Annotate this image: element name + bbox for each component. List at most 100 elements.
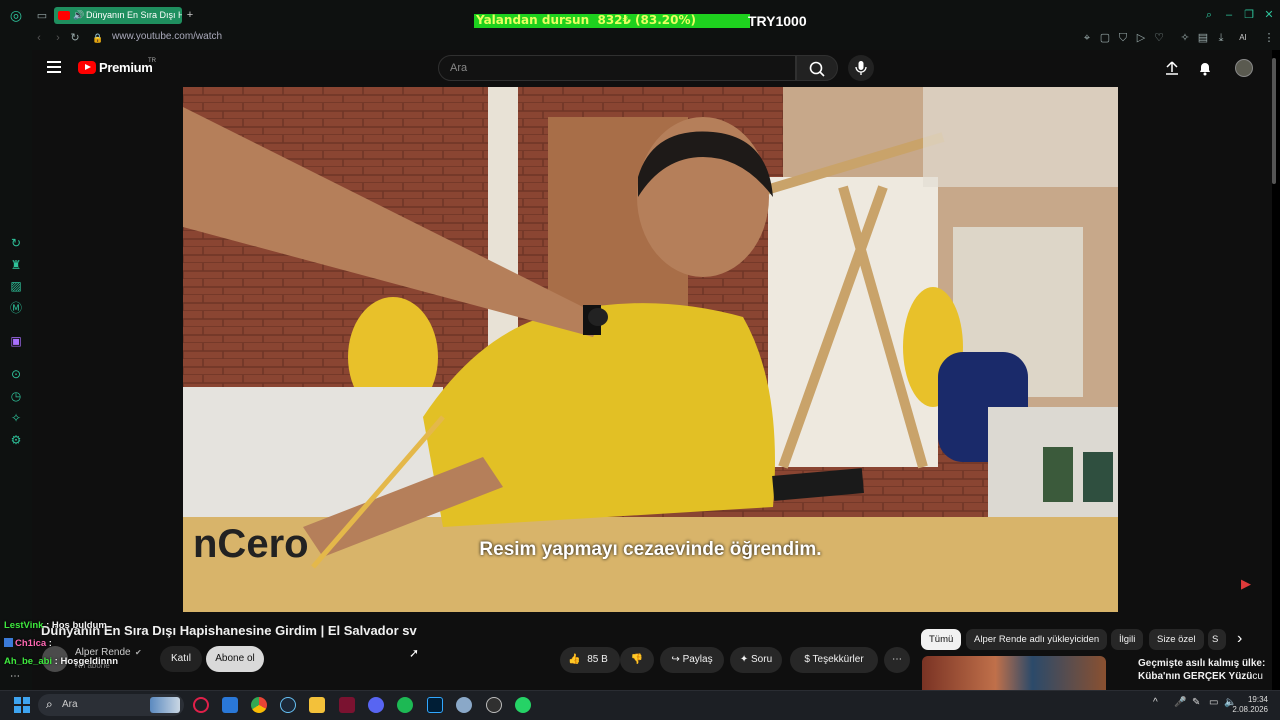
shield-icon[interactable]: ⛉ bbox=[1116, 31, 1130, 45]
avatar[interactable] bbox=[1235, 59, 1253, 77]
chat-separator: : bbox=[46, 638, 52, 649]
opera-gx-logo-icon[interactable]: ◎ bbox=[9, 8, 23, 22]
page-scrollbar[interactable] bbox=[1272, 58, 1276, 184]
forward-icon[interactable]: › bbox=[51, 31, 65, 45]
ask-button[interactable]: ✦ Soru bbox=[730, 647, 782, 673]
clock-time[interactable]: 19:34 bbox=[1228, 695, 1268, 704]
notifications-icon[interactable] bbox=[1197, 60, 1213, 76]
obs-taskbar-icon[interactable] bbox=[486, 697, 502, 713]
thanks-icon: $ bbox=[804, 654, 810, 665]
like-count: 85 B bbox=[587, 654, 608, 665]
heart-icon[interactable]: ♡ bbox=[1152, 31, 1166, 45]
affinity-taskbar-icon[interactable] bbox=[339, 697, 355, 713]
minimize-icon[interactable]: – bbox=[1222, 8, 1236, 22]
tray-microphone-icon[interactable]: 🎤 bbox=[1174, 697, 1186, 708]
tray-network-icon[interactable]: ▭ bbox=[1209, 697, 1218, 708]
restore-icon[interactable]: ❐ bbox=[1242, 8, 1256, 22]
back-icon[interactable]: ‹ bbox=[32, 31, 46, 45]
chat-message: Ah_be_abi : Hoşgeldinnn bbox=[4, 656, 118, 667]
search-button[interactable] bbox=[796, 55, 838, 81]
chat-text: Hoşgeldinnn bbox=[60, 656, 119, 667]
network-app-taskbar-icon[interactable] bbox=[456, 697, 472, 713]
more-icon: ⋯ bbox=[892, 654, 902, 665]
hamburger-menu-icon[interactable] bbox=[47, 61, 61, 73]
play-icon[interactable]: ▷ bbox=[1134, 31, 1148, 45]
history-icon[interactable]: ◷ bbox=[9, 389, 23, 403]
more-actions-button[interactable]: ⋯ bbox=[884, 647, 910, 673]
tray-pen-icon[interactable]: ✎ bbox=[1192, 697, 1200, 708]
audio-playing-icon[interactable]: 🔊 bbox=[73, 7, 84, 24]
sponsorblock-icon[interactable]: ▶ bbox=[1241, 576, 1251, 592]
chat-more-icon: ⋯ bbox=[10, 671, 20, 682]
gx-corner-icon[interactable]: ♜ bbox=[9, 258, 23, 272]
recommended-title[interactable]: Geçmişte asılı kalmış ülke: Küba'nın GER… bbox=[1138, 657, 1276, 683]
thanks-button[interactable]: $ Teşekkürler bbox=[790, 647, 878, 673]
clock-date[interactable]: 2.08.2026 bbox=[1228, 705, 1268, 714]
ask-label: Soru bbox=[751, 654, 773, 665]
file-explorer-taskbar-icon[interactable] bbox=[309, 697, 325, 713]
join-button[interactable]: Katıl bbox=[160, 646, 202, 672]
windows-start-icon[interactable] bbox=[14, 697, 30, 713]
player-icon[interactable]: ⊙ bbox=[9, 367, 23, 381]
tray-chevron-icon[interactable]: ^ bbox=[1153, 697, 1158, 708]
like-icon: 👍 bbox=[568, 654, 581, 665]
messenger-icon[interactable]: Ⓜ bbox=[9, 301, 23, 315]
twitch-icon[interactable]: ▣ bbox=[9, 334, 23, 348]
subscribe-button[interactable]: Abone ol bbox=[206, 646, 264, 672]
close-window-icon[interactable]: ✕ bbox=[1262, 8, 1276, 22]
spotify-taskbar-icon[interactable] bbox=[397, 697, 413, 713]
photoshop-taskbar-icon[interactable] bbox=[427, 697, 443, 713]
chrome-taskbar-icon[interactable] bbox=[251, 697, 267, 713]
url-text[interactable]: www.youtube.com/watch bbox=[112, 31, 222, 42]
region-code: TR bbox=[148, 58, 156, 64]
settings-icon[interactable]: ⚙ bbox=[9, 433, 23, 447]
menu-icon[interactable]: ⋮ bbox=[1262, 31, 1276, 45]
donation-progress-text: Yalandan dursun 832₺ (83.20%) bbox=[476, 13, 697, 27]
share-icon: ↪ bbox=[671, 654, 680, 665]
tab-youtube[interactable]: 🔊 Dünyanın En Sıra Dışı H bbox=[54, 7, 182, 24]
recommended-thumbnail[interactable] bbox=[922, 656, 1106, 690]
aria-ai-icon[interactable]: AI bbox=[1232, 31, 1254, 45]
workspaces-icon[interactable]: ▭ bbox=[35, 9, 49, 23]
share-button[interactable]: ↪ Paylaş bbox=[660, 647, 724, 673]
youtube-favicon-icon bbox=[58, 11, 70, 20]
store-taskbar-icon[interactable] bbox=[222, 697, 238, 713]
lock-icon: 🔒 bbox=[92, 33, 104, 43]
dislike-button[interactable]: 👎 bbox=[620, 647, 654, 673]
search-input[interactable]: Ara bbox=[438, 55, 796, 81]
extensions-icon[interactable]: ✧ bbox=[1178, 31, 1192, 45]
reload-icon[interactable]: ↻ bbox=[68, 31, 82, 45]
search-tabs-icon[interactable]: ⌕ bbox=[1202, 8, 1216, 22]
chip-more[interactable]: S bbox=[1208, 629, 1226, 650]
recommended-title-line2: Küba'nın GERÇEK Yüzü bbox=[1138, 671, 1253, 682]
chip-for-you[interactable]: Size özel bbox=[1149, 629, 1204, 650]
thanks-label: Teşekkürler bbox=[812, 654, 864, 665]
snapshot-icon[interactable]: ▢ bbox=[1098, 31, 1112, 45]
extensions-sidebar-icon[interactable]: ✧ bbox=[9, 411, 23, 425]
chip-related[interactable]: İlgili bbox=[1111, 629, 1144, 650]
chat-user: Ah_be_abi bbox=[4, 656, 53, 667]
video-subtitle: Resim yapmayı cezaevinde öğrendim. bbox=[479, 539, 822, 560]
chip-all[interactable]: Tümü bbox=[921, 629, 962, 650]
upload-icon[interactable] bbox=[1164, 60, 1180, 76]
opera-gx-taskbar-icon[interactable] bbox=[193, 697, 209, 713]
gx-control-icon[interactable]: ↻ bbox=[9, 236, 23, 250]
pin-icon[interactable]: ⌖ bbox=[1080, 31, 1094, 45]
youtube-logo-text: Premium bbox=[99, 60, 153, 75]
chip-from-uploader[interactable]: Alper Rende adlı yükleyiciden bbox=[966, 629, 1108, 650]
gx-cleaner-icon[interactable]: ▨ bbox=[9, 279, 23, 293]
taskbar-search-icon: ⌕ bbox=[46, 697, 53, 711]
whatsapp-taskbar-icon[interactable] bbox=[515, 697, 531, 713]
video-player[interactable]: nCero Resim yapmayı cezaevinde öğrendim. bbox=[183, 87, 1118, 612]
steam-taskbar-icon[interactable] bbox=[280, 697, 296, 713]
discord-taskbar-icon[interactable] bbox=[368, 697, 384, 713]
new-tab-button[interactable]: + bbox=[183, 8, 197, 22]
voice-search-button[interactable] bbox=[848, 55, 874, 81]
easy-files-icon[interactable]: ▤ bbox=[1196, 31, 1210, 45]
download-icon[interactable]: ⤓ bbox=[1214, 31, 1228, 45]
chevron-right-icon[interactable]: › bbox=[1237, 630, 1242, 648]
like-button[interactable]: 👍 85 B bbox=[560, 647, 620, 673]
mouse-cursor-icon: ➚ bbox=[409, 646, 420, 660]
youtube-play-icon bbox=[78, 61, 96, 74]
tab-title: Dünyanın En Sıra Dışı H bbox=[86, 10, 182, 20]
